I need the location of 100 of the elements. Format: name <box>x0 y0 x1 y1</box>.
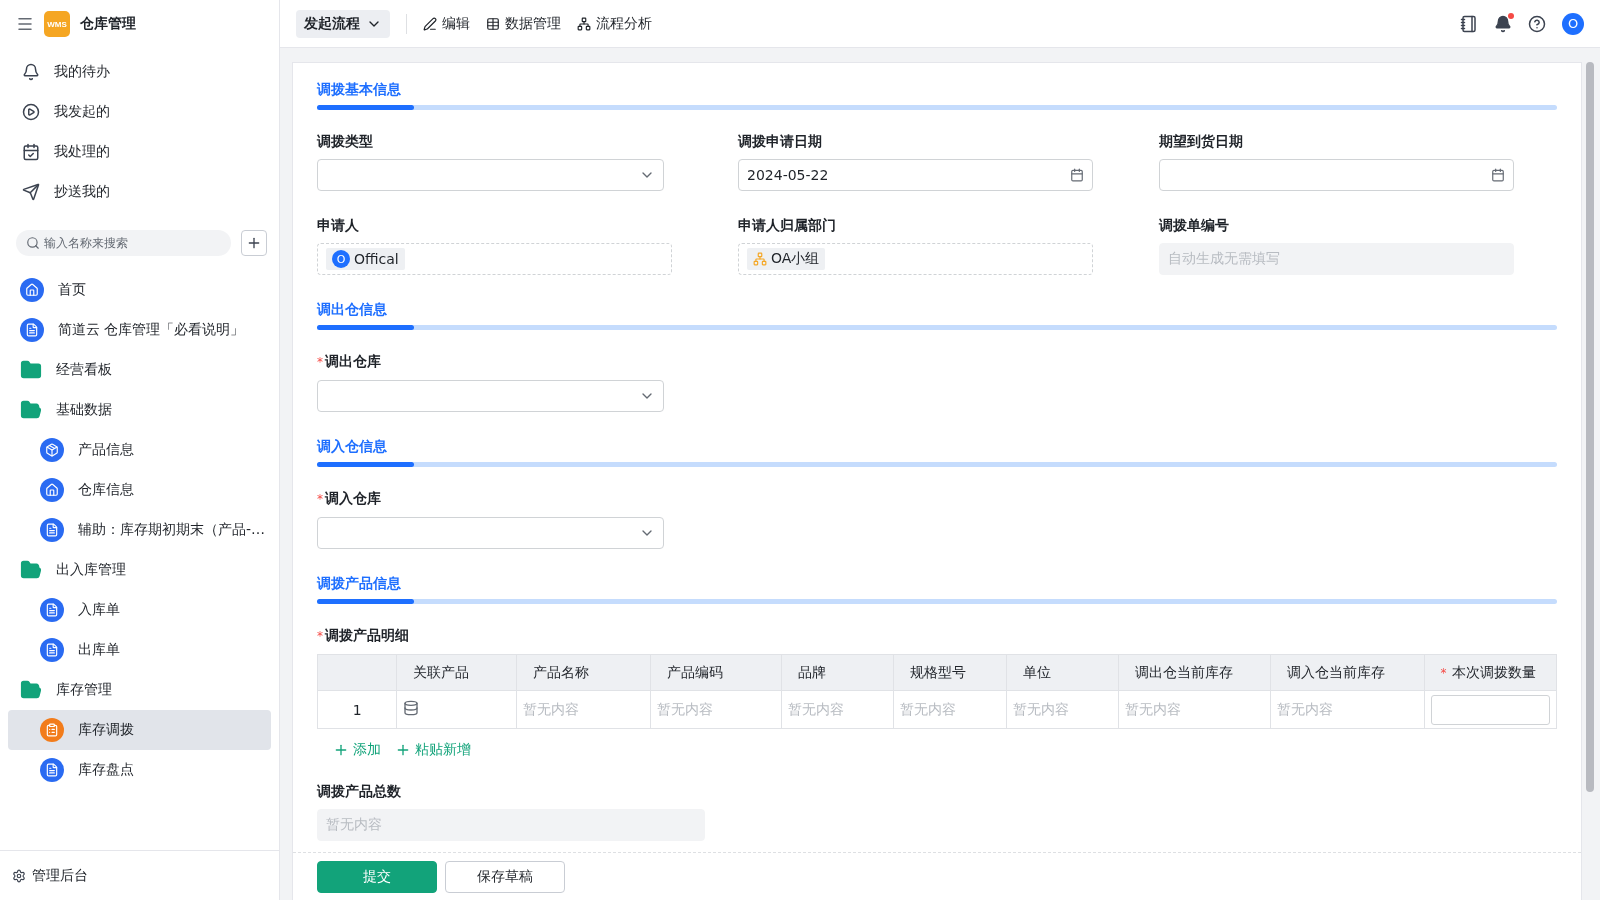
clipboard-icon <box>40 718 64 742</box>
table-icon <box>486 16 500 31</box>
plus-icon <box>246 235 262 251</box>
nav-label: 基础数据 <box>56 401 112 419</box>
table-cell: 暂无内容 <box>781 690 894 729</box>
table-cell: 暂无内容 <box>1118 690 1271 729</box>
app-title: 仓库管理 <box>80 15 136 33</box>
nav-item[interactable]: 库存盘点 <box>8 750 271 790</box>
column-header: 规格型号 <box>893 654 1007 691</box>
column-header: 产品编码 <box>650 654 782 691</box>
nav-item[interactable]: 首页 <box>8 270 271 310</box>
field-label: 期望到货日期 <box>1159 132 1244 151</box>
quick-link[interactable]: 我处理的 <box>0 132 279 172</box>
row-number: 1 <box>317 690 397 729</box>
section-title: 调拨产品信息 <box>317 574 402 593</box>
document-icon <box>40 638 64 662</box>
column-header: 调出仓当前库存 <box>1118 654 1271 691</box>
nav-item[interactable]: 出入库管理 <box>8 550 271 590</box>
pencil-icon <box>423 16 437 31</box>
nav-item[interactable]: 简道云 仓库管理「必看说明」 <box>8 310 271 350</box>
nav-item[interactable]: 辅助：库存期初期末（产品-… <box>8 510 271 550</box>
column-header: 品牌 <box>781 654 894 691</box>
database-icon[interactable] <box>403 700 420 716</box>
department-name: OA小组 <box>771 250 820 268</box>
nav-label: 出库单 <box>78 641 120 659</box>
app-logo: WMS <box>44 11 70 37</box>
org-icon <box>753 252 767 266</box>
nav-item[interactable]: 产品信息 <box>8 430 271 470</box>
folder-icon <box>20 359 42 381</box>
date-field[interactable] <box>1159 159 1514 191</box>
nav-item[interactable]: 库存管理 <box>8 670 271 710</box>
nav-label: 库存调拨 <box>78 721 134 739</box>
field-label: 申请人 <box>317 216 360 235</box>
table-cell: 暂无内容 <box>650 690 782 729</box>
department-field[interactable]: OA小组 <box>738 243 1093 275</box>
notebook-icon[interactable] <box>1460 14 1478 33</box>
nav-item[interactable]: 经营看板 <box>8 350 271 390</box>
field-label: 申请人归属部门 <box>738 216 837 235</box>
quantity-input[interactable] <box>1430 694 1550 725</box>
bell-icon[interactable] <box>1494 14 1512 33</box>
nav-item[interactable]: 入库单 <box>8 590 271 630</box>
document-icon <box>40 518 64 542</box>
field-label: *调入仓库 <box>317 489 382 508</box>
nav-label: 产品信息 <box>78 441 134 459</box>
user-avatar[interactable]: O <box>1562 12 1584 35</box>
table-cell: 暂无内容 <box>516 690 651 729</box>
folder-icon <box>20 559 42 581</box>
nav-item[interactable]: 出库单 <box>8 630 271 670</box>
select-field[interactable] <box>317 517 664 549</box>
user-field[interactable]: O Offical <box>317 243 672 275</box>
field-label: *调拨产品明细 <box>317 626 410 645</box>
nav-label: 经营看板 <box>56 361 112 379</box>
home-icon <box>40 478 64 502</box>
section-title: 调入仓信息 <box>317 437 388 456</box>
column-header: 单位 <box>1006 654 1119 691</box>
nav-label: 辅助：库存期初期末（产品-… <box>78 521 266 539</box>
column-header: 调入仓当前库存 <box>1270 654 1425 691</box>
date-field[interactable]: 2024-05-22 <box>738 159 1093 191</box>
user-avatar: O <box>332 250 350 268</box>
nav-label: 入库单 <box>78 601 120 619</box>
column-header: 产品名称 <box>516 654 651 691</box>
toolbar-button[interactable]: 编辑 <box>423 14 470 33</box>
settings-icon <box>12 868 26 883</box>
calendar-icon <box>1070 168 1084 182</box>
launch-flow-button[interactable]: 发起流程 <box>296 9 390 38</box>
inbox-icon <box>22 143 40 161</box>
field-label: 调拨申请日期 <box>738 132 823 151</box>
nav-item[interactable]: 基础数据 <box>8 390 271 430</box>
save-draft-button[interactable]: 保存草稿 <box>445 860 565 893</box>
admin-link[interactable]: 管理后台 <box>0 850 279 900</box>
table-cell: 暂无内容 <box>1270 690 1425 729</box>
section-title: 调拨基本信息 <box>317 80 402 99</box>
folder-icon <box>20 399 42 421</box>
nav-item[interactable]: 仓库信息 <box>8 470 271 510</box>
document-icon <box>40 598 64 622</box>
document-icon <box>20 318 44 342</box>
quick-link[interactable]: 我的待办 <box>0 52 279 92</box>
quick-link[interactable]: 抄送我的 <box>0 172 279 212</box>
field-label: *调出仓库 <box>317 352 382 371</box>
flow-icon <box>577 16 591 31</box>
nav-label: 首页 <box>58 281 86 299</box>
select-field[interactable] <box>317 159 664 191</box>
plus-icon <box>333 742 349 758</box>
nav-item[interactable]: 库存调拨 <box>8 710 271 750</box>
plus-icon <box>395 742 411 758</box>
help-icon[interactable] <box>1528 14 1546 33</box>
toolbar-button[interactable]: 流程分析 <box>577 14 652 33</box>
select-field[interactable] <box>317 380 664 412</box>
nav-label: 库存盘点 <box>78 761 134 779</box>
field-label: 调拨类型 <box>317 132 374 151</box>
column-header: 关联产品 <box>396 654 517 691</box>
add-button[interactable] <box>241 230 267 256</box>
toolbar-button[interactable]: 数据管理 <box>486 14 561 33</box>
nav-label: 仓库信息 <box>78 481 134 499</box>
menu-icon[interactable] <box>16 15 34 33</box>
document-icon <box>40 758 64 782</box>
nav-label: 简道云 仓库管理「必看说明」 <box>58 321 245 339</box>
search-field[interactable]: 输入名称来搜索 <box>16 230 231 256</box>
send-icon <box>22 183 40 201</box>
quick-link[interactable]: 我发起的 <box>0 92 279 132</box>
